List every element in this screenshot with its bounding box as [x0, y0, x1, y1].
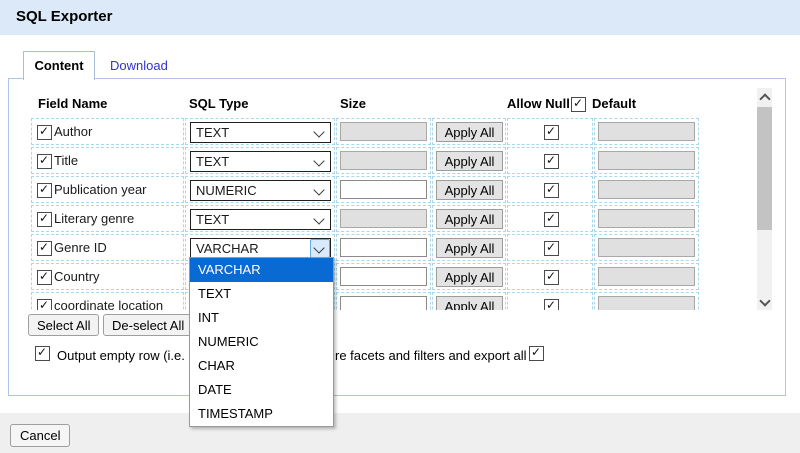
chevron-down-icon	[313, 126, 324, 137]
field-label: Title	[54, 153, 78, 168]
table-row: coordinate location Apply All	[0, 292, 756, 310]
size-input[interactable]	[340, 122, 427, 141]
output-empty-row-label-left: Output empty row (i.e.	[57, 348, 185, 363]
table-row: Literary genre TEXT Apply All	[0, 205, 756, 234]
header-default: Default	[592, 96, 636, 111]
default-input[interactable]	[598, 267, 695, 286]
dialog-title-bar: SQL Exporter	[0, 0, 800, 35]
field-label: Author	[54, 124, 92, 139]
allow-null-checkbox[interactable]	[544, 270, 559, 285]
apply-all-button[interactable]: Apply All	[436, 122, 503, 142]
chevron-down-icon	[759, 295, 770, 306]
sql-type-select[interactable]: NUMERIC	[190, 180, 331, 201]
vertical-scrollbar[interactable]	[757, 88, 772, 310]
select-all-button[interactable]: Select All	[28, 314, 99, 336]
sql-type-select-open[interactable]: VARCHAR	[190, 238, 331, 259]
default-input[interactable]	[598, 296, 695, 310]
sql-type-select[interactable]: TEXT	[190, 209, 331, 230]
dropdown-option-int[interactable]: INT	[190, 306, 333, 330]
table-row: Title TEXT Apply All	[0, 147, 756, 176]
default-master-checkbox[interactable]	[571, 97, 586, 112]
chevron-up-icon	[759, 93, 770, 104]
allow-null-checkbox[interactable]	[544, 154, 559, 169]
scroll-up-button[interactable]	[757, 88, 772, 105]
sql-exporter-dialog: SQL Exporter Content Download Field Name…	[0, 0, 800, 453]
sql-type-value: TEXT	[196, 212, 229, 227]
dropdown-option-date[interactable]: DATE	[190, 378, 333, 402]
allow-null-checkbox[interactable]	[544, 299, 559, 310]
sql-type-dropdown-list: VARCHAR TEXT INT NUMERIC CHAR DATE TIMES…	[189, 257, 334, 427]
sql-type-value: TEXT	[196, 125, 229, 140]
dropdown-option-text[interactable]: TEXT	[190, 282, 333, 306]
chevron-down-icon	[313, 242, 324, 253]
field-checkbox[interactable]	[37, 299, 52, 310]
apply-all-button[interactable]: Apply All	[436, 267, 503, 287]
header-size: Size	[340, 96, 366, 111]
apply-all-button[interactable]: Apply All	[436, 180, 503, 200]
field-checkbox[interactable]	[37, 270, 52, 285]
table-row: Author TEXT Apply All	[0, 118, 756, 147]
header-field-name: Field Name	[38, 96, 107, 111]
table-row: Publication year NUMERIC Apply All	[0, 176, 756, 205]
tab-download[interactable]: Download	[110, 58, 168, 73]
field-checkbox[interactable]	[37, 183, 52, 198]
field-checkbox[interactable]	[37, 154, 52, 169]
chevron-down-icon	[313, 184, 324, 195]
tab-content[interactable]: Content	[23, 51, 95, 80]
default-input[interactable]	[598, 209, 695, 228]
dropdown-option-varchar[interactable]: VARCHAR	[190, 258, 333, 282]
dropdown-option-char[interactable]: CHAR	[190, 354, 333, 378]
allow-null-checkbox[interactable]	[544, 212, 559, 227]
size-input[interactable]	[340, 180, 427, 199]
sql-type-select[interactable]: TEXT	[190, 151, 331, 172]
field-label: Genre ID	[54, 240, 107, 255]
header-sql-type: SQL Type	[189, 96, 248, 111]
dialog-title: SQL Exporter	[16, 8, 112, 25]
default-input[interactable]	[598, 151, 695, 170]
cancel-button[interactable]: Cancel	[10, 424, 70, 447]
size-input[interactable]	[340, 296, 427, 310]
size-input[interactable]	[340, 209, 427, 228]
table-row: Genre ID VARCHAR Apply All	[0, 234, 756, 263]
field-label: Country	[54, 269, 100, 284]
sql-type-value: TEXT	[196, 154, 229, 169]
chevron-down-icon	[313, 155, 324, 166]
default-input[interactable]	[598, 238, 695, 257]
chevron-down-icon	[313, 213, 324, 224]
dropdown-option-numeric[interactable]: NUMERIC	[190, 330, 333, 354]
field-checkbox[interactable]	[37, 212, 52, 227]
rows-scroll-viewport: Author TEXT Apply All Title TEXT	[0, 115, 756, 310]
size-input[interactable]	[340, 267, 427, 286]
field-label: Publication year	[54, 182, 147, 197]
sql-type-select[interactable]: TEXT	[190, 122, 331, 143]
allow-null-checkbox[interactable]	[544, 241, 559, 256]
deselect-all-button[interactable]: De-select All	[103, 314, 193, 336]
dialog-footer: Cancel	[0, 413, 800, 453]
allow-null-checkbox[interactable]	[544, 125, 559, 140]
sql-type-value: VARCHAR	[196, 241, 259, 256]
size-input[interactable]	[340, 151, 427, 170]
scroll-down-button[interactable]	[757, 293, 772, 310]
default-input[interactable]	[598, 180, 695, 199]
apply-all-button[interactable]: Apply All	[436, 209, 503, 229]
output-empty-row-label-right: re facets and filters and export all	[335, 348, 527, 363]
field-label: Literary genre	[54, 211, 134, 226]
apply-all-button[interactable]: Apply All	[436, 296, 503, 310]
apply-all-button[interactable]: Apply All	[436, 238, 503, 258]
allow-null-checkbox[interactable]	[544, 183, 559, 198]
apply-all-button[interactable]: Apply All	[436, 151, 503, 171]
default-input[interactable]	[598, 122, 695, 141]
field-label: coordinate location	[54, 298, 163, 310]
size-input[interactable]	[340, 238, 427, 257]
scrollbar-thumb[interactable]	[757, 107, 772, 230]
dropdown-option-timestamp[interactable]: TIMESTAMP	[190, 402, 333, 426]
sql-type-value: NUMERIC	[196, 183, 257, 198]
output-empty-row-checkbox[interactable]	[35, 346, 50, 361]
field-checkbox[interactable]	[37, 125, 52, 140]
table-row: Country Apply All	[0, 263, 756, 292]
field-checkbox[interactable]	[37, 241, 52, 256]
trim-column-names-checkbox[interactable]	[529, 346, 544, 361]
header-allow-null: Allow Null	[507, 96, 570, 111]
